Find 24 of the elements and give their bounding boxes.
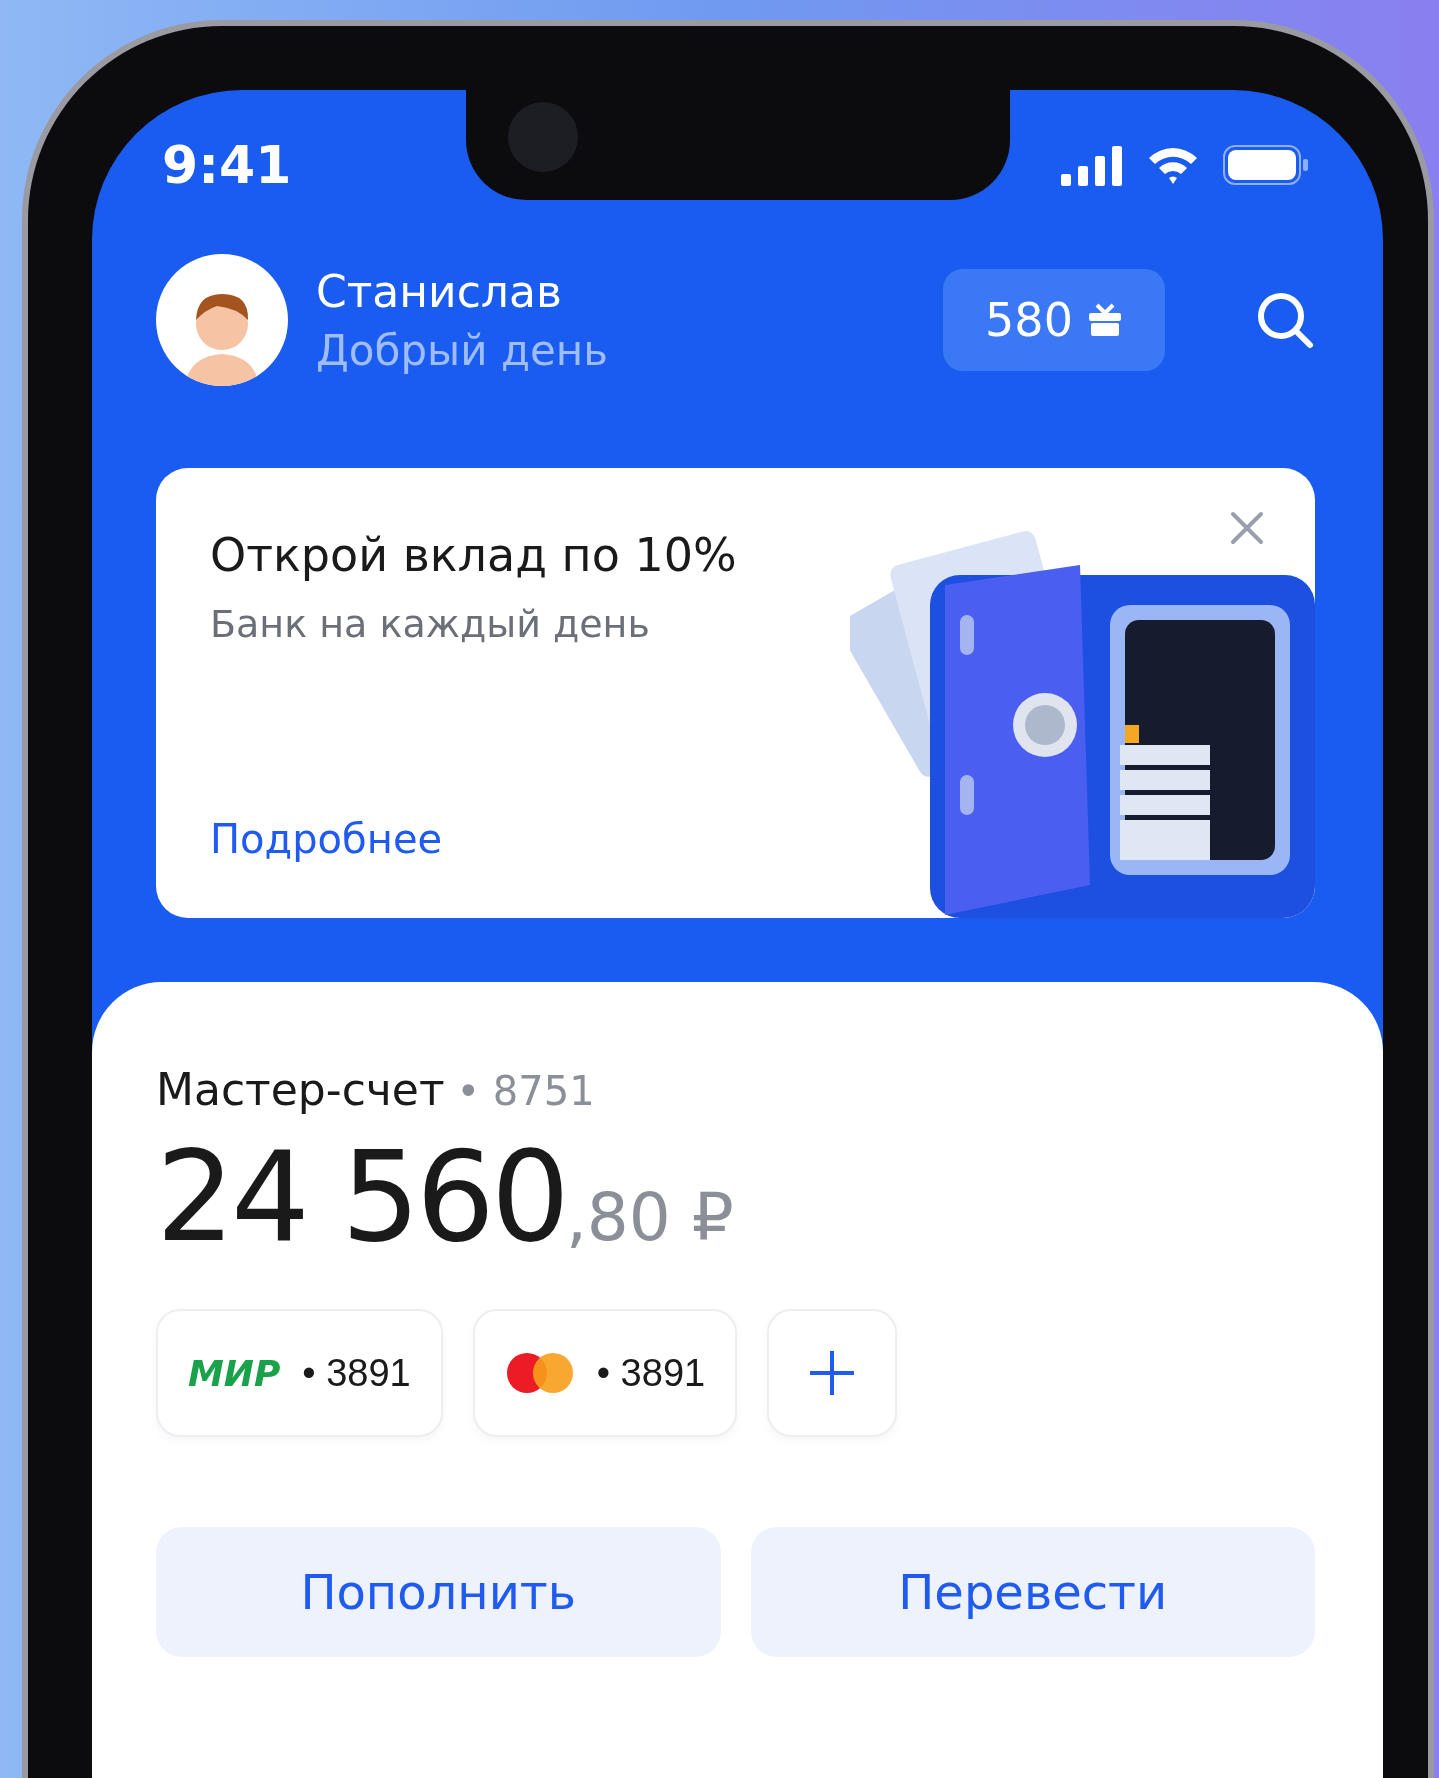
action-button[interactable]: Пополнить bbox=[156, 1527, 721, 1657]
action-button[interactable]: Перевести bbox=[750, 1527, 1315, 1657]
payment-card-chip[interactable]: МИР • 3891 bbox=[156, 1309, 443, 1437]
promo-title: Открой вклад по 10% bbox=[210, 528, 738, 582]
user-name: Станислав bbox=[316, 265, 563, 319]
promo-card[interactable]: Открой вклад по 10% Банк на каждый день Подробнее bbox=[156, 468, 1315, 918]
greeting: Добрый день bbox=[316, 325, 609, 377]
card-number: • 3891 bbox=[302, 1351, 411, 1395]
account-number: • 8751 bbox=[456, 1068, 595, 1114]
promo-subtitle: Банк на каждый день bbox=[210, 602, 651, 646]
card-number: • 3891 bbox=[596, 1351, 706, 1395]
battery-icon bbox=[1223, 145, 1309, 185]
search-icon[interactable] bbox=[1255, 290, 1315, 350]
payment-card-chip[interactable]: • 3891 bbox=[472, 1309, 738, 1437]
mir-logo: МИР bbox=[188, 1352, 281, 1394]
signal-icon bbox=[1061, 144, 1123, 186]
promo-link[interactable]: Подробнее bbox=[210, 816, 443, 862]
mastercard-logo-icon bbox=[504, 1351, 575, 1395]
status-time: 9:41 bbox=[162, 135, 292, 195]
gift-icon bbox=[1086, 303, 1123, 337]
balance-fraction: ,80 ₽ bbox=[565, 1179, 734, 1256]
balance-amount: 24 560 bbox=[156, 1125, 566, 1269]
account-name: Мастер-счет bbox=[156, 1064, 445, 1115]
points-badge[interactable]: 580 bbox=[943, 269, 1165, 371]
